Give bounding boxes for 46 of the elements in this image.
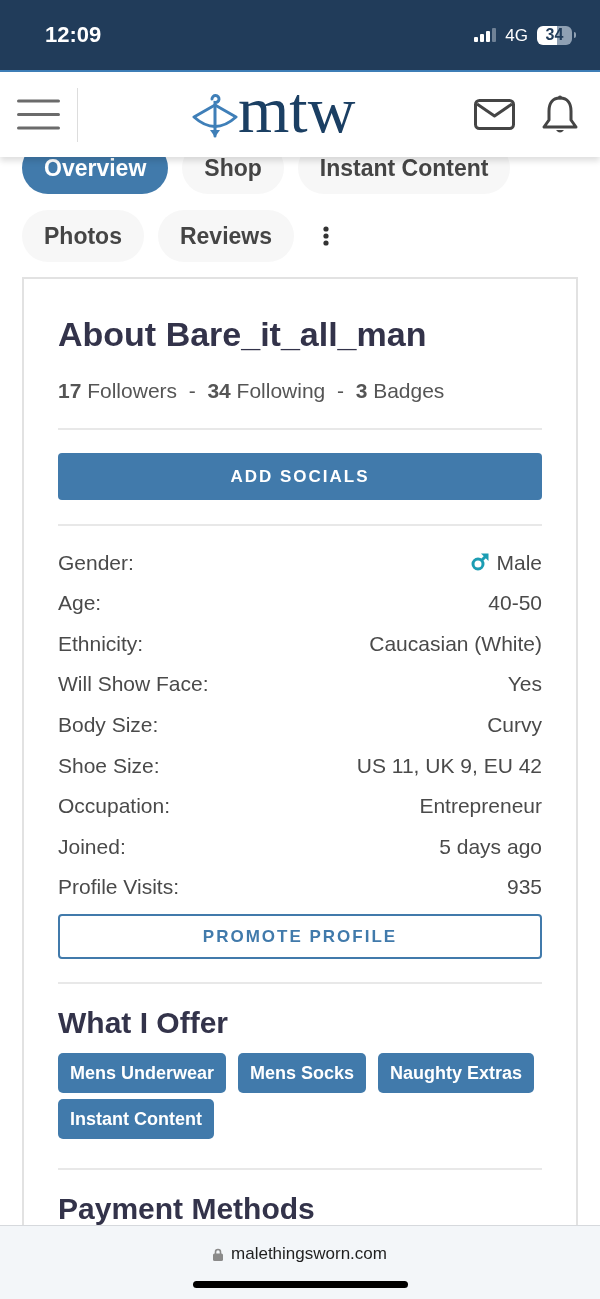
detail-label: Gender: xyxy=(58,549,134,576)
detail-label: Joined: xyxy=(58,833,126,860)
battery-indicator: 34 xyxy=(537,25,576,45)
payment-methods-heading: Payment Methods xyxy=(58,1194,316,1225)
profile-tab[interactable]: Photos xyxy=(22,210,144,262)
detail-label: Shoe Size: xyxy=(58,752,160,779)
profile-tab[interactable]: Reviews xyxy=(157,210,294,262)
offers-heading: What I Offer xyxy=(58,1005,229,1042)
detail-label: Body Size: xyxy=(58,711,159,738)
url-text[interactable]: malethingsworn.com xyxy=(231,1244,387,1264)
more-icon xyxy=(323,226,329,246)
home-logo-link[interactable]: mtw xyxy=(192,86,356,143)
detail-label: Ethnicity: xyxy=(58,630,144,657)
offer-tag[interactable]: Instant Content xyxy=(58,1099,214,1140)
detail-label: Age: xyxy=(58,590,102,617)
detail-value: 40-50 xyxy=(488,590,542,617)
offer-tag[interactable]: Mens Underwear xyxy=(58,1053,227,1094)
detail-label: Profile Visits: xyxy=(58,874,179,901)
profile-tab[interactable]: Instant Content xyxy=(297,157,511,194)
detail-value: 5 days ago xyxy=(439,833,542,860)
male-symbol-icon xyxy=(471,553,490,572)
offer-tag[interactable]: Naughty Extras xyxy=(378,1053,535,1094)
add-socials-button[interactable]: ADD SOCIALS xyxy=(58,453,542,500)
status-time: 12:09 xyxy=(45,24,102,46)
detail-value: US 11, UK 9, EU 42 xyxy=(356,752,542,779)
network-label: 4G xyxy=(505,26,528,44)
offer-tag[interactable]: Mens Socks xyxy=(238,1053,367,1094)
detail-label: Will Show Face: xyxy=(58,671,209,698)
detail-value: 935 xyxy=(506,874,542,901)
lock-icon xyxy=(213,1247,224,1261)
profile-tab[interactable]: Overview xyxy=(22,157,169,194)
hanger-icon xyxy=(192,91,238,138)
signal-icon xyxy=(474,28,497,42)
about-title: About Bare_it_all_man xyxy=(58,314,428,354)
stats-line: 17 Followers - 34 Following - 3 Badges xyxy=(58,378,446,404)
menu-icon xyxy=(17,99,60,130)
detail-value: Caucasian (White) xyxy=(369,630,542,657)
detail-value: Yes xyxy=(507,671,542,698)
detail-value: Curvy xyxy=(487,711,542,738)
detail-value: Male xyxy=(496,549,542,576)
detail-value: Entrepreneur xyxy=(419,793,542,820)
bell-icon xyxy=(542,94,578,135)
detail-label: Occupation: xyxy=(58,793,171,820)
profile-tab[interactable]: Shop xyxy=(182,157,284,194)
promote-profile-button[interactable]: PROMOTE PROFILE xyxy=(58,914,542,960)
mail-icon xyxy=(473,99,515,130)
